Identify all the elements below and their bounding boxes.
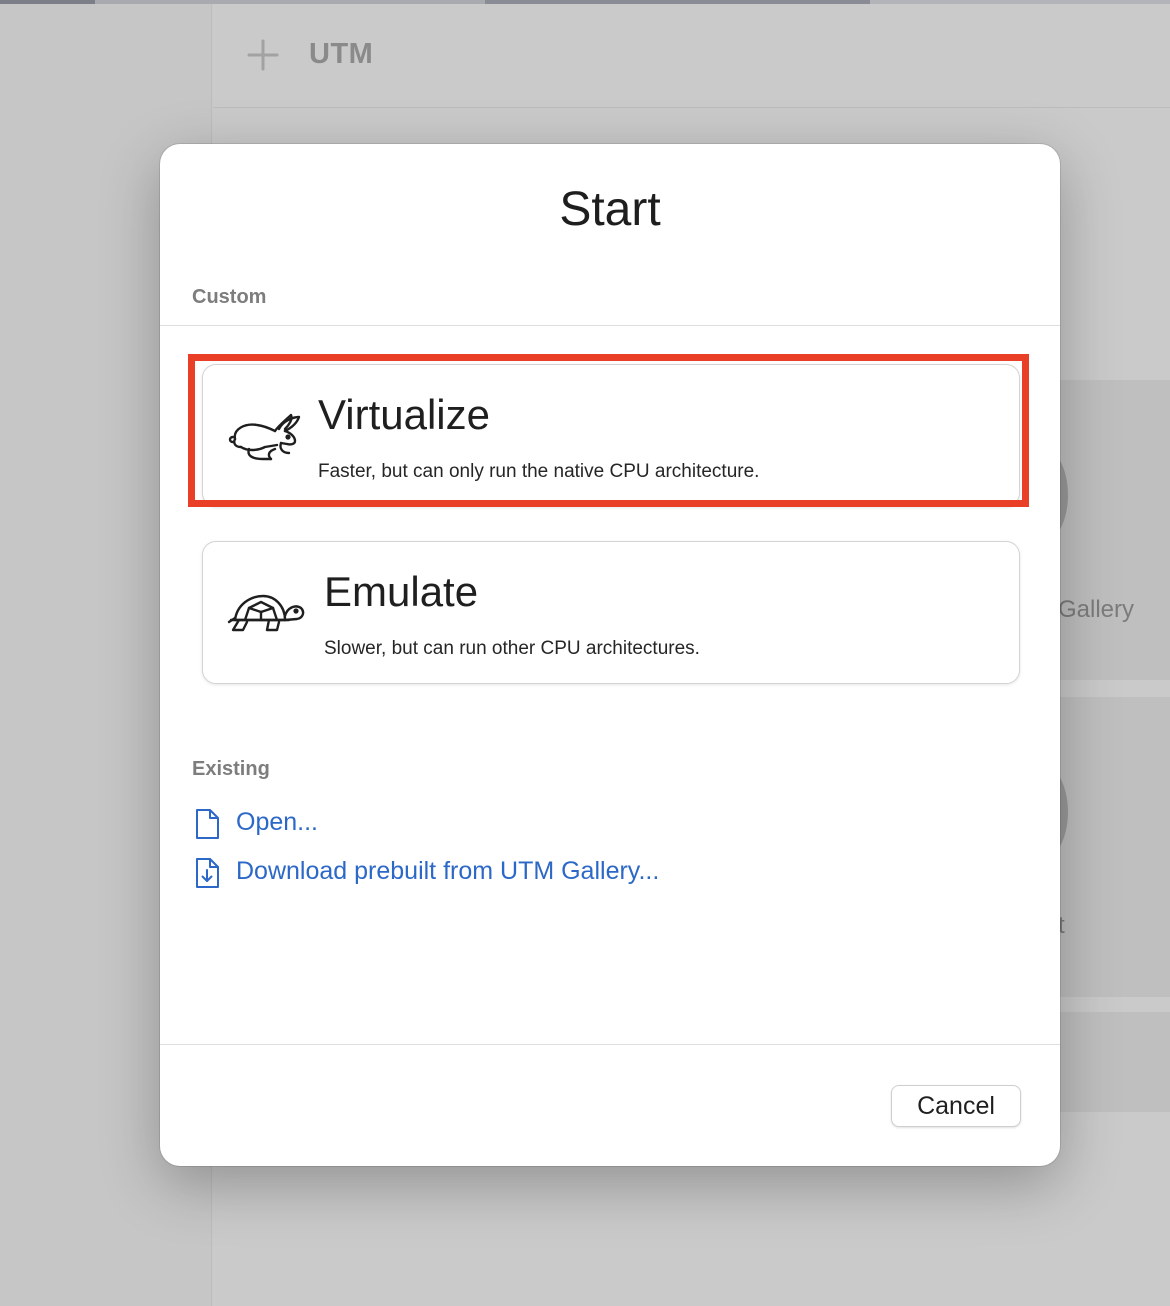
- document-download-icon: [192, 857, 222, 889]
- start-dialog: Start Custom Virtualize Faster, but can …: [160, 144, 1060, 1166]
- open-link-label[interactable]: Open...: [236, 808, 318, 837]
- turtle-icon: [227, 586, 305, 642]
- existing-section-label: Existing: [192, 758, 270, 780]
- document-icon: [192, 808, 222, 840]
- emulate-description: Slower, but can run other CPU architectu…: [324, 638, 700, 659]
- dialog-title: Start: [559, 183, 661, 236]
- emulate-option[interactable]: Emulate Slower, but can run other CPU ar…: [202, 541, 1020, 684]
- highlight-box: [188, 354, 1029, 507]
- emulate-title: Emulate: [324, 568, 479, 615]
- section-divider: [160, 325, 1060, 326]
- download-gallery-link-label[interactable]: Download prebuilt from UTM Gallery...: [236, 857, 659, 886]
- background-card-label: Gallery: [1058, 596, 1135, 623]
- custom-section-label: Custom: [192, 286, 267, 308]
- footer-divider: [160, 1044, 1060, 1045]
- cancel-button[interactable]: Cancel: [891, 1085, 1021, 1127]
- plus-icon[interactable]: [246, 38, 280, 72]
- app-title: UTM: [309, 38, 374, 70]
